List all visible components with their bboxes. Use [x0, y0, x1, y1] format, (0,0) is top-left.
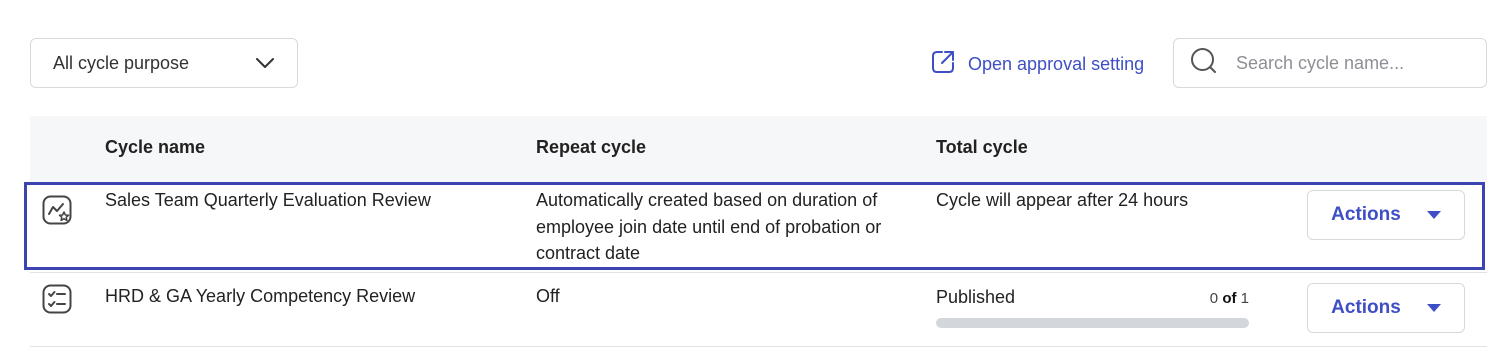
cycle-progress: Published 0 of 1: [936, 287, 1249, 328]
cycle-purpose-dropdown[interactable]: All cycle purpose: [30, 38, 298, 88]
actions-button[interactable]: Actions: [1307, 283, 1465, 333]
search-box[interactable]: [1173, 38, 1487, 88]
actions-button-label: Actions: [1331, 204, 1401, 225]
progress-of: of: [1222, 290, 1237, 307]
cycle-table: Cycle name Repeat cycle Total cycle Sale…: [24, 116, 1487, 347]
repeat-cycle-value: Off: [536, 286, 560, 306]
cycle-purpose-selected: All cycle purpose: [53, 52, 190, 73]
progress-bar: [936, 318, 1249, 328]
search-icon: [1190, 47, 1218, 80]
caret-down-icon: [1426, 211, 1441, 219]
cycle-status: Published: [936, 287, 1016, 307]
progress-done: 0: [1209, 290, 1219, 307]
cycle-name: Sales Team Quarterly Evaluation Review: [105, 190, 431, 210]
external-link-icon: [930, 49, 956, 80]
progress-count: 0 of 1: [1210, 290, 1249, 307]
table-row[interactable]: HRD & GA Yearly Competency Review Off Pu…: [30, 273, 1487, 347]
table-header: Cycle name Repeat cycle Total cycle: [30, 116, 1487, 182]
column-header-cycle-name: Cycle name: [105, 137, 206, 157]
column-header-total-cycle: Total cycle: [936, 137, 1028, 157]
search-input[interactable]: [1234, 51, 1470, 75]
toolbar: All cycle purpose Open approval setting: [0, 0, 1500, 110]
column-header-repeat-cycle: Repeat cycle: [536, 137, 647, 157]
checklist-icon: [42, 284, 72, 314]
open-approval-setting-label: Open approval setting: [968, 53, 1145, 74]
total-cycle-value: Cycle will appear after 24 hours: [936, 190, 1189, 210]
table-row[interactable]: Sales Team Quarterly Evaluation Review A…: [24, 182, 1487, 273]
review-star-icon: [42, 195, 72, 225]
actions-button[interactable]: Actions: [1307, 190, 1465, 240]
open-approval-setting-link[interactable]: Open approval setting: [930, 48, 1144, 80]
progress-total: 1: [1240, 290, 1249, 307]
repeat-cycle-value: Automatically created based on duration …: [536, 190, 882, 263]
cycle-name: HRD & GA Yearly Competency Review: [105, 286, 416, 306]
chevron-down-icon: [255, 57, 275, 69]
caret-down-icon: [1426, 304, 1441, 312]
actions-button-label: Actions: [1331, 297, 1401, 318]
